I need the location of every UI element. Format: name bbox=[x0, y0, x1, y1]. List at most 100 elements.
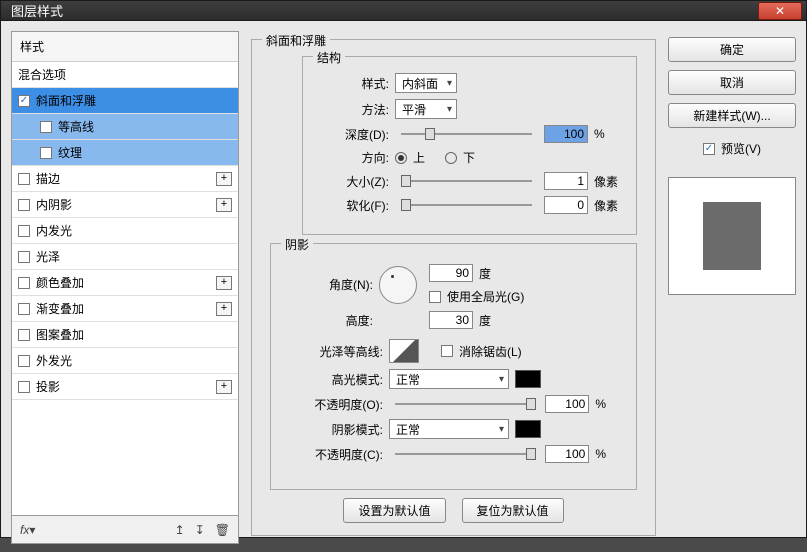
style-row-10[interactable]: 外发光 bbox=[12, 348, 238, 374]
style-label: 描边 bbox=[36, 170, 210, 187]
soften-input[interactable]: 0 bbox=[544, 196, 588, 214]
trash-icon[interactable]: 🗑 bbox=[215, 523, 230, 537]
style-checkbox[interactable] bbox=[18, 355, 30, 367]
cancel-button[interactable]: 取消 bbox=[668, 70, 796, 95]
method-select[interactable]: 平滑 bbox=[395, 99, 457, 119]
style-label: 光泽 bbox=[36, 248, 232, 265]
add-effect-icon[interactable]: + bbox=[216, 380, 232, 394]
add-effect-icon[interactable]: + bbox=[216, 302, 232, 316]
preview-box bbox=[668, 177, 796, 295]
style-row-8[interactable]: 渐变叠加 + bbox=[12, 296, 238, 322]
close-button[interactable]: ✕ bbox=[758, 2, 802, 20]
right-panel: 确定 取消 新建样式(W)... 预览(V) bbox=[668, 31, 796, 544]
depth-label: 深度(D): bbox=[317, 126, 389, 143]
reset-default-button[interactable]: 复位为默认值 bbox=[462, 498, 564, 523]
style-row-0[interactable]: 斜面和浮雕 bbox=[12, 88, 238, 114]
depth-input[interactable]: 100 bbox=[544, 125, 588, 143]
style-row-7[interactable]: 颜色叠加 + bbox=[12, 270, 238, 296]
direction-up-radio[interactable] bbox=[395, 152, 407, 164]
gloss-contour-picker[interactable] bbox=[389, 339, 419, 363]
move-up-icon[interactable]: ↥ bbox=[175, 523, 185, 537]
highlight-opacity-slider[interactable] bbox=[395, 397, 533, 411]
style-row-9[interactable]: 图案叠加 bbox=[12, 322, 238, 348]
depth-slider[interactable] bbox=[401, 127, 532, 141]
style-select[interactable]: 内斜面 bbox=[395, 73, 457, 93]
shadow-color-swatch[interactable] bbox=[515, 420, 541, 438]
styles-list: 样式 混合选项 斜面和浮雕等高线纹理描边+内阴影+内发光光泽颜色叠加+渐变叠加+… bbox=[11, 31, 239, 516]
style-row-5[interactable]: 内发光 bbox=[12, 218, 238, 244]
style-checkbox[interactable] bbox=[18, 251, 30, 263]
style-label: 图案叠加 bbox=[36, 326, 232, 343]
dialog-body: 样式 混合选项 斜面和浮雕等高线纹理描边+内阴影+内发光光泽颜色叠加+渐变叠加+… bbox=[1, 21, 806, 552]
layer-style-dialog: 图层样式 ✕ 样式 混合选项 斜面和浮雕等高线纹理描边+内阴影+内发光光泽颜色叠… bbox=[0, 0, 807, 538]
size-slider[interactable] bbox=[401, 174, 532, 188]
shadow-legend: 阴影 bbox=[281, 236, 313, 253]
add-effect-icon[interactable]: + bbox=[216, 276, 232, 290]
highlight-color-swatch[interactable] bbox=[515, 370, 541, 388]
method-label: 方法: bbox=[317, 101, 389, 118]
style-row-11[interactable]: 投影+ bbox=[12, 374, 238, 400]
fx-icon[interactable]: fx▾ bbox=[20, 523, 35, 537]
angle-dial[interactable] bbox=[379, 266, 417, 304]
style-checkbox[interactable] bbox=[18, 277, 30, 289]
angle-input[interactable]: 90 bbox=[429, 264, 473, 282]
highlight-mode-label: 高光模式: bbox=[301, 371, 383, 388]
style-label: 等高线 bbox=[58, 118, 232, 135]
sidebar-footer: fx▾ ↥ ↧ 🗑 bbox=[11, 516, 239, 544]
direction-down-radio[interactable] bbox=[445, 152, 457, 164]
style-row-6[interactable]: 光泽 bbox=[12, 244, 238, 270]
style-checkbox[interactable] bbox=[18, 199, 30, 211]
blending-options-row[interactable]: 混合选项 bbox=[12, 62, 238, 88]
preview-row: 预览(V) bbox=[668, 140, 796, 157]
bevel-legend: 斜面和浮雕 bbox=[262, 32, 330, 49]
sidebar: 样式 混合选项 斜面和浮雕等高线纹理描边+内阴影+内发光光泽颜色叠加+渐变叠加+… bbox=[11, 31, 239, 544]
add-effect-icon[interactable]: + bbox=[216, 198, 232, 212]
shadow-mode-label: 阴影模式: bbox=[301, 421, 383, 438]
preview-swatch bbox=[703, 202, 761, 270]
center-panel: 斜面和浮雕 结构 样式: 内斜面 方法: 平滑 深度(D): 100 bbox=[247, 31, 660, 544]
style-checkbox[interactable] bbox=[18, 381, 30, 393]
preview-checkbox[interactable] bbox=[703, 143, 715, 155]
style-row-2[interactable]: 纹理 bbox=[12, 140, 238, 166]
style-checkbox[interactable] bbox=[18, 225, 30, 237]
gloss-label: 光泽等高线: bbox=[301, 343, 383, 360]
highlight-mode-select[interactable]: 正常 bbox=[389, 369, 509, 389]
global-light-checkbox[interactable] bbox=[429, 291, 441, 303]
style-label: 内阴影 bbox=[36, 196, 210, 213]
style-row-3[interactable]: 描边 + bbox=[12, 166, 238, 192]
ok-button[interactable]: 确定 bbox=[668, 37, 796, 62]
style-checkbox[interactable] bbox=[40, 147, 52, 159]
shadow-opacity-input[interactable]: 100 bbox=[545, 445, 589, 463]
angle-label: 角度(N): bbox=[301, 276, 373, 293]
style-checkbox[interactable] bbox=[18, 95, 30, 107]
add-effect-icon[interactable]: + bbox=[216, 172, 232, 186]
altitude-label: 高度: bbox=[301, 312, 373, 329]
style-label: 内发光 bbox=[36, 222, 232, 239]
titlebar[interactable]: 图层样式 ✕ bbox=[1, 1, 806, 21]
style-label: 外发光 bbox=[36, 352, 232, 369]
style-row-1[interactable]: 等高线 bbox=[12, 114, 238, 140]
style-checkbox[interactable] bbox=[40, 121, 52, 133]
new-style-button[interactable]: 新建样式(W)... bbox=[668, 103, 796, 128]
style-checkbox[interactable] bbox=[18, 173, 30, 185]
style-label: 纹理 bbox=[58, 144, 232, 161]
shadow-mode-select[interactable]: 正常 bbox=[389, 419, 509, 439]
structure-fieldset: 结构 样式: 内斜面 方法: 平滑 深度(D): 100 % bbox=[302, 56, 637, 235]
style-label: 斜面和浮雕 bbox=[36, 92, 232, 109]
style-checkbox[interactable] bbox=[18, 329, 30, 341]
style-label: 颜色叠加 bbox=[36, 274, 210, 291]
antialias-checkbox[interactable] bbox=[441, 345, 453, 357]
size-input[interactable]: 1 bbox=[544, 172, 588, 190]
style-label: 渐变叠加 bbox=[36, 300, 210, 317]
highlight-opacity-input[interactable]: 100 bbox=[545, 395, 589, 413]
altitude-input[interactable]: 30 bbox=[429, 311, 473, 329]
soften-label: 软化(F): bbox=[317, 197, 389, 214]
style-row-4[interactable]: 内阴影 + bbox=[12, 192, 238, 218]
move-down-icon[interactable]: ↧ bbox=[195, 523, 205, 537]
bevel-fieldset: 斜面和浮雕 结构 样式: 内斜面 方法: 平滑 深度(D): 100 bbox=[251, 39, 656, 536]
shadow-opacity-slider[interactable] bbox=[395, 447, 533, 461]
close-icon: ✕ bbox=[775, 4, 785, 18]
style-checkbox[interactable] bbox=[18, 303, 30, 315]
make-default-button[interactable]: 设置为默认值 bbox=[343, 498, 445, 523]
soften-slider[interactable] bbox=[401, 198, 532, 212]
